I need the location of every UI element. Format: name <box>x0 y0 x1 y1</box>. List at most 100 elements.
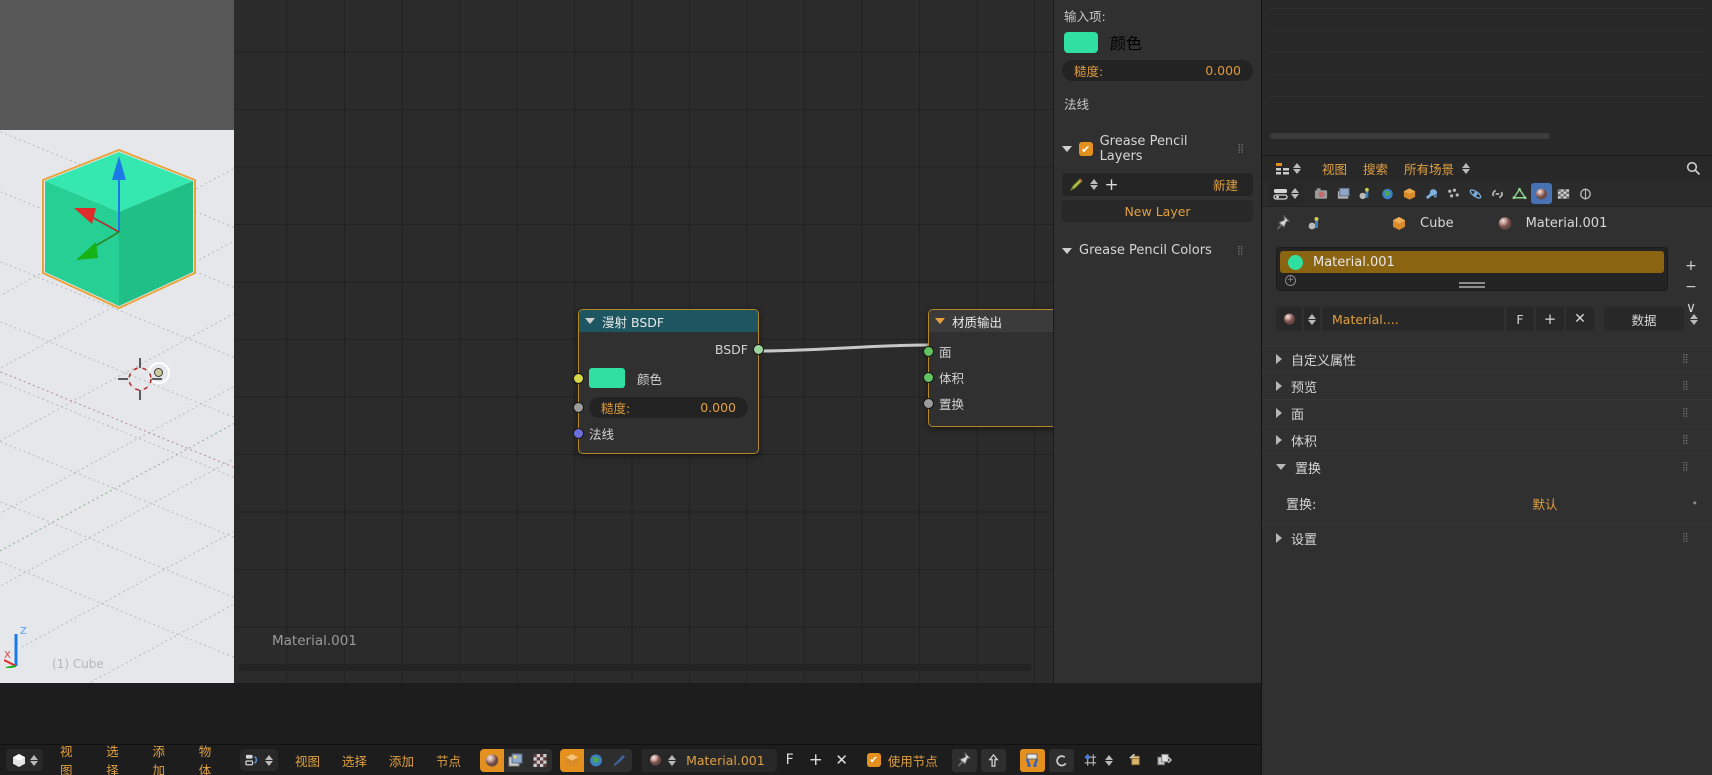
node-editor-header[interactable]: 视图 选择 添加 节点 Material.001 F + ✕ ✔ 使用节点 <box>234 744 1261 775</box>
editor-type-spinner[interactable] <box>265 754 273 766</box>
add-layer-button[interactable]: + <box>1102 175 1121 195</box>
chevron-right-icon[interactable] <box>1276 381 1282 391</box>
node-add-menu[interactable]: 添加 <box>378 751 425 770</box>
breadcrumb-material-name[interactable]: Material.001 <box>1526 216 1608 231</box>
roughness-field[interactable]: 糙度: 0.000 <box>589 396 748 418</box>
copy-overlay-icon[interactable] <box>1152 749 1177 772</box>
cube-object[interactable] <box>40 148 198 384</box>
properties-editor-type[interactable] <box>1268 182 1304 205</box>
snap-target-icon[interactable] <box>1078 749 1103 772</box>
tab-object[interactable] <box>1399 183 1420 204</box>
breadcrumb-object-name[interactable]: Cube <box>1420 216 1454 231</box>
outliner-row[interactable] <box>1270 8 1704 30</box>
view-menu[interactable]: 视图 <box>1322 159 1347 178</box>
node-editor-type-selector[interactable] <box>240 749 278 771</box>
drag-dots-icon[interactable]: ⣿ <box>1682 534 1698 543</box>
viewport-object-menu[interactable]: 物体 <box>188 741 234 775</box>
properties-header[interactable]: 视图 搜索 所有场景 <box>1262 156 1712 181</box>
material-slot-list[interactable]: Material.001 + <box>1276 247 1668 291</box>
viewport-header[interactable]: 视图 选择 添加 物体 <box>0 744 234 775</box>
search-menu[interactable]: 搜索 <box>1363 159 1388 178</box>
use-nodes-checkbox[interactable]: ✔ <box>866 753 881 767</box>
scene-icon[interactable] <box>1304 213 1326 233</box>
color-swatch[interactable] <box>589 368 625 388</box>
shader-context-group[interactable] <box>560 748 633 772</box>
tab-data[interactable] <box>1509 183 1530 204</box>
panel-displacement[interactable]: 置换 ⣿ <box>1262 453 1712 480</box>
node-input-displacement[interactable]: 置换 <box>923 390 1053 416</box>
world-globe-icon[interactable] <box>584 748 609 772</box>
collapse-triangle-icon[interactable] <box>935 318 945 324</box>
use-nodes-toggle[interactable]: ✔ 使用节点 <box>866 751 938 770</box>
input-socket-surface[interactable] <box>923 346 934 357</box>
object-cube-icon[interactable] <box>1388 213 1410 233</box>
displacement-method-row[interactable]: 置换: 默认 • <box>1262 488 1712 518</box>
node-input-surface[interactable]: 面 <box>923 338 1053 364</box>
chevron-down-icon[interactable] <box>1276 464 1286 470</box>
viewport-axis-gizmo[interactable]: Z X <box>4 620 44 668</box>
material-sphere-icon[interactable] <box>642 748 669 772</box>
proportional-edit-icon[interactable] <box>1048 748 1074 772</box>
new-layer-label[interactable]: 新建 <box>1213 175 1248 194</box>
properties-editor[interactable]: 视图 搜索 所有场景 Cube Material.001 Material.00… <box>1261 155 1712 775</box>
snap-target-spinner[interactable] <box>1104 754 1113 766</box>
material-name[interactable]: Material.001 <box>676 753 777 768</box>
viewport-select-menu[interactable]: 选择 <box>95 741 141 775</box>
outliner-row[interactable] <box>1270 52 1704 74</box>
add-material-slot-button[interactable]: + <box>1680 255 1702 276</box>
pin-icon[interactable] <box>951 748 977 772</box>
node-header[interactable]: 材质输出 <box>929 310 1053 332</box>
material-browse-spinner[interactable] <box>668 754 677 766</box>
shader-type-toggle-group[interactable] <box>480 748 553 772</box>
node-diffuse-bsdf[interactable]: 漫射 BSDF BSDF 颜色 糙度: 0.000 法线 <box>573 309 764 454</box>
tab-constraints[interactable] <box>1487 183 1508 204</box>
material-browse-icon[interactable] <box>1276 307 1302 331</box>
drag-dots-icon[interactable]: ⣿ <box>1682 463 1698 472</box>
material-specials-button[interactable]: ∨ <box>1680 297 1702 318</box>
drag-dots-icon[interactable]: ⣿ <box>1682 382 1698 391</box>
node-input-color[interactable]: 颜色 <box>573 362 758 394</box>
fake-user-button[interactable]: F <box>777 749 803 772</box>
3d-viewport[interactable]: Z X (1) Cube <box>0 0 234 683</box>
tab-modifiers[interactable] <box>1421 183 1442 204</box>
viewport-editor-type-selector[interactable] <box>6 749 43 771</box>
material-datablock-row[interactable]: Material.... F + ✕ 数据 <box>1276 307 1698 331</box>
pin-icon[interactable] <box>1272 213 1294 233</box>
datablock-dropdown[interactable]: 数据 <box>1604 307 1684 331</box>
node-input-roughness[interactable]: 糙度: 0.000 <box>573 394 758 420</box>
input-socket-normal[interactable] <box>573 428 584 439</box>
drag-dots-icon[interactable]: ⣿ <box>1238 145 1254 154</box>
viewport-add-menu[interactable]: 添加 <box>142 741 188 775</box>
expand-icon[interactable]: + <box>1285 275 1296 286</box>
color-swatch[interactable] <box>1064 31 1098 53</box>
drag-dots-icon[interactable]: ⣿ <box>1682 436 1698 445</box>
tab-particles-extra[interactable] <box>1575 183 1596 204</box>
node-material-output[interactable]: 材质输出 面 体积 置换 <box>923 309 1053 427</box>
drag-dots-icon[interactable]: ⣿ <box>1682 355 1698 364</box>
search-icon[interactable] <box>1682 159 1704 179</box>
new-layer-button[interactable]: New Layer <box>1062 200 1253 222</box>
editor-type-spinner[interactable] <box>30 754 38 766</box>
unlink-material-button[interactable]: ✕ <box>829 749 855 772</box>
node-editor-horizontal-scrollbar[interactable] <box>239 664 1034 671</box>
grease-pencil-icon[interactable] <box>1067 175 1086 194</box>
breadcrumb[interactable]: Cube Material.001 <box>1262 207 1712 239</box>
panel-surface[interactable]: 面 ⣿ <box>1262 399 1712 426</box>
tab-particles[interactable] <box>1443 183 1464 204</box>
object-cube-icon[interactable] <box>560 748 585 772</box>
chevron-right-icon[interactable] <box>1276 533 1282 543</box>
material-name-field[interactable]: Material.... <box>1322 307 1504 331</box>
editor-type-spinner[interactable] <box>1291 188 1299 199</box>
go-to-parent-icon[interactable] <box>980 748 1006 772</box>
material-sphere-icon[interactable] <box>1494 213 1516 233</box>
displacement-decorator-icon[interactable]: • <box>1684 497 1699 510</box>
input-socket-color[interactable] <box>573 373 584 384</box>
material-slot-buttons[interactable]: + − ∨ <box>1680 255 1702 318</box>
node-input-volume[interactable]: 体积 <box>923 364 1053 390</box>
new-material-button[interactable]: + <box>1536 307 1564 331</box>
panel-grease-pencil-colors[interactable]: Grease Pencil Colors ⣿ <box>1054 236 1261 263</box>
world-copy-icon[interactable] <box>504 748 529 772</box>
resize-grip[interactable] <box>1459 282 1485 284</box>
snap-magnet-icon[interactable] <box>1019 748 1045 772</box>
display-mode-dropdown[interactable]: 所有场景 <box>1404 159 1454 178</box>
